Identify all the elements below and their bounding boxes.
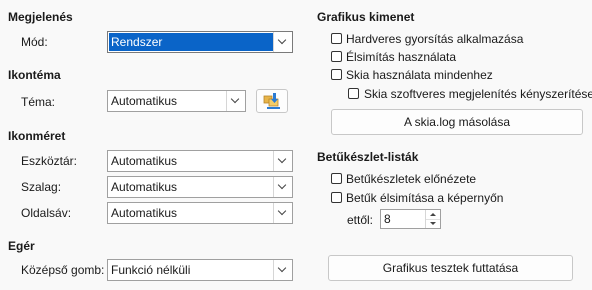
middle-button-select[interactable]: Funkció nélküli: [107, 259, 293, 281]
install-extension-button[interactable]: [256, 89, 288, 113]
toolbar-size-value: Automatikus: [111, 154, 178, 168]
icon-theme-heading: Ikontéma: [8, 68, 61, 82]
skia-software-label: Skia szoftveres megjelenítés kényszeríté…: [364, 87, 592, 101]
theme-label: Téma:: [21, 95, 56, 109]
chevron-down-icon[interactable]: [273, 177, 292, 197]
graphics-output-heading: Grafikus kimenet: [317, 10, 415, 24]
icon-size-heading: Ikonméret: [8, 129, 66, 143]
from-label: ettől:: [347, 213, 374, 227]
ribbon-size-value: Automatikus: [111, 180, 178, 194]
theme-value: Automatikus: [111, 94, 178, 108]
font-preview-checkbox[interactable]: [331, 173, 342, 184]
antialias-label: Élsimítás használata: [346, 50, 457, 64]
install-extension-icon: [263, 93, 280, 109]
mode-select[interactable]: Rendszer: [107, 31, 293, 53]
chevron-down-icon[interactable]: [273, 151, 292, 171]
decrement-icon[interactable]: [425, 219, 440, 228]
antialias-checkbox[interactable]: [331, 51, 342, 62]
sidebar-size-label: Oldalsáv:: [21, 206, 72, 220]
chevron-down-icon[interactable]: [273, 260, 292, 280]
screen-antialias-checkbox[interactable]: [331, 192, 342, 203]
theme-select[interactable]: Automatikus: [107, 90, 246, 112]
skia-always-checkbox[interactable]: [331, 69, 342, 80]
font-lists-heading: Betűkészlet-listák: [317, 150, 419, 164]
hw-accel-label: Hardveres gyorsítás alkalmazása: [346, 32, 524, 46]
toolbar-size-label: Eszköztár:: [21, 154, 78, 168]
sidebar-size-value: Automatikus: [111, 206, 178, 220]
run-graphics-tests-button[interactable]: Grafikus tesztek futtatása: [328, 255, 573, 281]
from-value: 8: [384, 212, 391, 226]
middle-button-label: Középső gomb:: [21, 263, 105, 277]
from-spinbox[interactable]: 8: [380, 209, 441, 229]
toolbar-size-select[interactable]: Automatikus: [107, 150, 293, 172]
ribbon-size-select[interactable]: Automatikus: [107, 176, 293, 198]
chevron-down-icon[interactable]: [273, 32, 292, 52]
mode-value: Rendszer: [109, 33, 273, 51]
font-preview-label: Betűkészletek előnézete: [346, 172, 477, 186]
sidebar-size-select[interactable]: Automatikus: [107, 202, 293, 224]
copy-skia-log-button[interactable]: A skia.log másolása: [331, 109, 583, 135]
skia-software-checkbox[interactable]: [348, 88, 359, 99]
skia-always-label: Skia használata mindenhez: [346, 68, 493, 82]
screen-antialias-label: Betűk élsimítása a képernyőn: [346, 191, 504, 205]
appearance-heading: Megjelenés: [8, 10, 73, 24]
hw-accel-checkbox[interactable]: [331, 33, 342, 44]
ribbon-size-label: Szalag:: [21, 180, 62, 194]
chevron-down-icon[interactable]: [273, 203, 292, 223]
middle-button-value: Funkció nélküli: [111, 263, 191, 277]
mode-label: Mód:: [21, 35, 48, 49]
chevron-down-icon[interactable]: [226, 91, 245, 111]
mouse-heading: Egér: [8, 239, 35, 253]
